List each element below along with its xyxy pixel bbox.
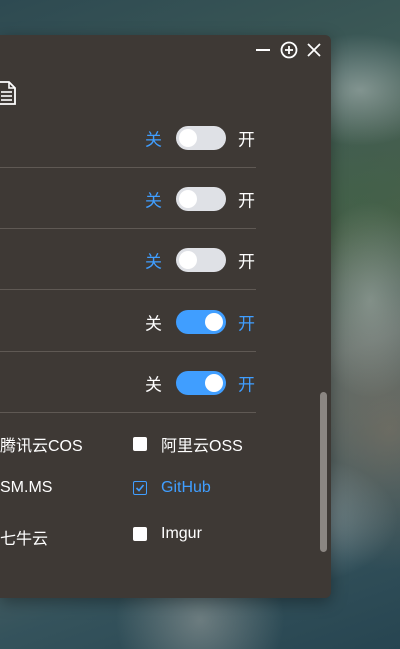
on-label: 开 <box>238 130 255 150</box>
document-icon <box>0 81 16 109</box>
setting-row-1: 关 开 <box>0 107 256 168</box>
setting-row-5: 关 开 <box>0 352 256 413</box>
uploader-smms[interactable]: SM.MS <box>0 479 52 497</box>
close-icon[interactable] <box>305 41 323 59</box>
checkbox[interactable] <box>133 527 147 541</box>
on-label: 开 <box>238 375 255 395</box>
setting-row-3: 关 开 <box>0 229 256 290</box>
divider <box>0 289 256 290</box>
checkbox-label: 七牛云 <box>0 531 49 548</box>
setting-row-2: 关 开 <box>0 168 256 229</box>
uploader-qiniu[interactable]: 七牛云 <box>0 525 48 549</box>
checkbox-label: 阿里云OSS <box>161 438 243 455</box>
toggle-switch[interactable] <box>176 247 226 272</box>
toggle-switch[interactable] <box>176 370 226 395</box>
checkbox-label: GitHub <box>161 479 211 496</box>
uploader-github[interactable]: GitHub <box>133 479 211 497</box>
checkbox[interactable] <box>133 481 147 495</box>
on-label: 开 <box>238 252 255 272</box>
divider <box>0 412 256 413</box>
checkbox-label: 腾讯云COS <box>0 438 83 455</box>
uploader-imgur[interactable]: Imgur <box>133 525 202 543</box>
switch-knob <box>205 373 223 392</box>
off-label: 关 <box>145 375 162 395</box>
uploader-aliyun[interactable]: 阿里云OSS <box>133 432 243 456</box>
uploader-tcyun[interactable]: 腾讯云COS <box>0 432 83 456</box>
check-icon <box>135 484 145 492</box>
off-label: 关 <box>145 314 162 334</box>
off-label: 关 <box>145 191 162 211</box>
off-label: 关 <box>145 130 162 150</box>
switch-knob <box>179 250 197 269</box>
scrollbar[interactable] <box>320 392 327 552</box>
checkbox-label: SM.MS <box>0 479 53 496</box>
toggle-switch[interactable] <box>176 125 226 150</box>
on-label: 开 <box>238 314 255 334</box>
toggle-switch[interactable] <box>176 186 226 211</box>
setting-row-4: 关 开 <box>0 291 256 352</box>
minimize-icon[interactable] <box>254 41 272 59</box>
switch-knob <box>205 312 223 331</box>
checkbox-label: Imgur <box>161 525 202 542</box>
on-label: 开 <box>238 191 255 211</box>
switch-knob <box>179 128 197 147</box>
settings-panel: 关 开 关 开 关 开 关 开 关 开 腾讯云COS 阿里云OSS SM.MS <box>0 35 331 598</box>
switch-knob <box>179 189 197 208</box>
checkbox[interactable] <box>133 437 147 451</box>
plus-circle-icon[interactable] <box>280 41 298 59</box>
off-label: 关 <box>145 252 162 272</box>
toggle-switch[interactable] <box>176 309 226 334</box>
